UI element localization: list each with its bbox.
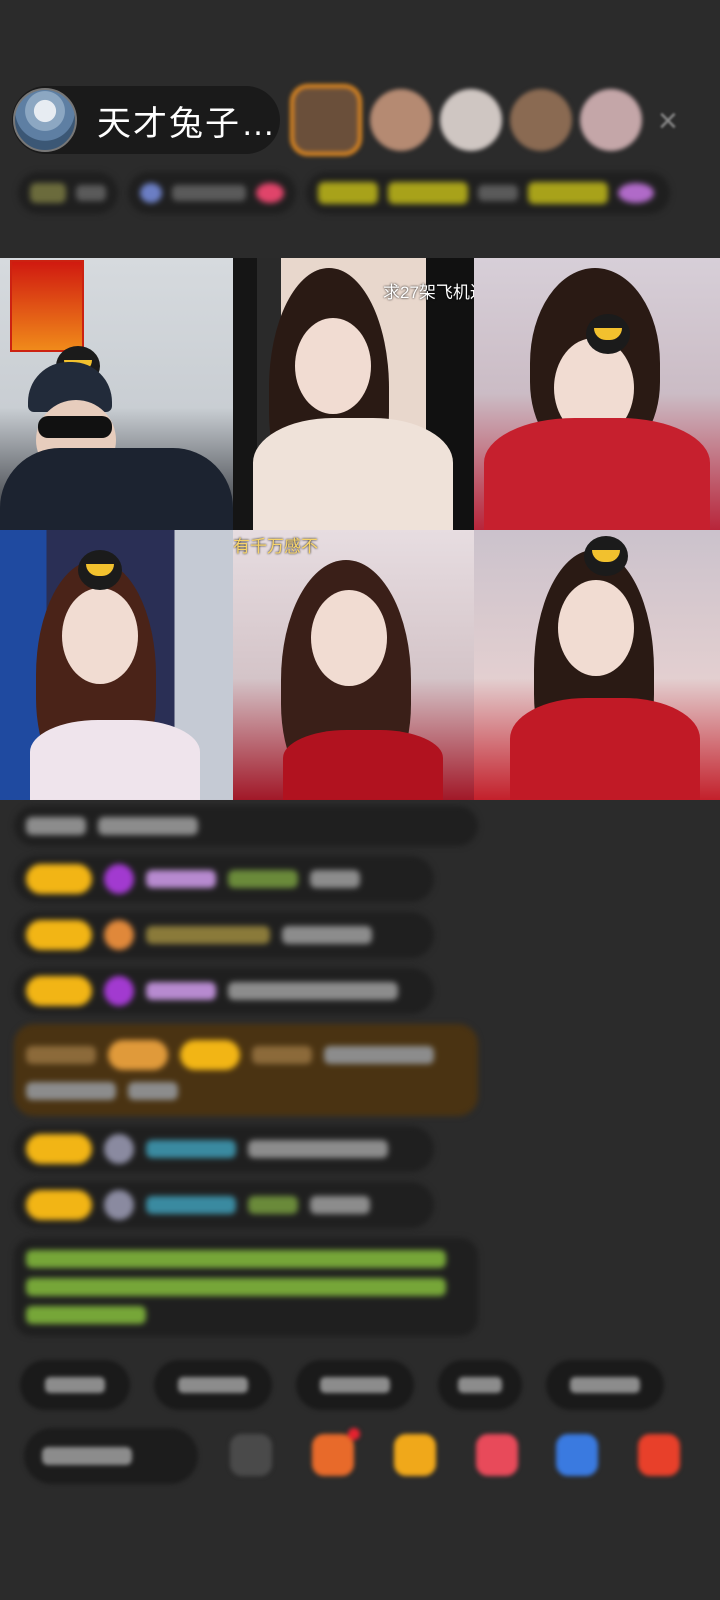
pumpkin-sticker-icon (584, 536, 628, 576)
video-cell[interactable] (474, 258, 720, 530)
host-info-pill[interactable]: 天才兔子… (12, 86, 280, 154)
pumpkin-sticker-icon (586, 314, 630, 354)
chat-message-highlight (14, 1024, 478, 1116)
host-avatar[interactable] (13, 88, 77, 152)
chat-message (14, 1126, 434, 1172)
video-cell[interactable]: 求27架飞机过倒 (233, 258, 474, 530)
video-cell[interactable] (474, 530, 720, 800)
video-grid: 求27架飞机过倒 有千万感不 (0, 258, 720, 800)
quick-reply-chip[interactable] (154, 1360, 272, 1410)
host-name: 天才兔子… (97, 104, 277, 143)
room-rank-badge[interactable] (18, 172, 118, 214)
gift-box-icon[interactable] (312, 1428, 360, 1476)
chat-list[interactable] (14, 806, 484, 1346)
quick-reply-row (20, 1360, 664, 1410)
sunglasses (38, 416, 112, 438)
chat-message (14, 1182, 434, 1228)
room-stats-badge[interactable] (128, 172, 296, 214)
quick-reply-chip[interactable] (438, 1360, 522, 1410)
top-viewers-list (290, 84, 642, 156)
bottom-bar (24, 1428, 720, 1484)
quick-reply-chip[interactable] (20, 1360, 130, 1410)
grid-icon[interactable] (230, 1434, 272, 1476)
close-icon[interactable]: × (658, 102, 678, 141)
chat-message (14, 856, 434, 902)
quick-reply-chip[interactable] (296, 1360, 414, 1410)
video-cell[interactable] (0, 258, 233, 530)
viewer-avatar[interactable] (370, 89, 432, 151)
chest-icon[interactable] (394, 1434, 436, 1476)
system-notice (14, 1238, 478, 1336)
cell-overlay-text: 求27架飞机过倒 (383, 283, 474, 302)
game-icon[interactable] (556, 1434, 598, 1476)
viewer-avatar[interactable] (440, 89, 502, 151)
cell-overlay-text: 有千万感不 (233, 537, 318, 556)
viewer-avatar[interactable] (580, 89, 642, 151)
room-activity-badge[interactable] (306, 172, 670, 214)
chat-message (14, 968, 434, 1014)
viewer-avatar[interactable] (290, 84, 362, 156)
video-cell[interactable]: 有千万感不 (233, 530, 474, 800)
notification-dot (348, 1428, 360, 1440)
heart-gift-icon[interactable] (476, 1434, 518, 1476)
pumpkin-sticker-icon (78, 550, 122, 590)
chat-message (14, 806, 478, 846)
viewer-avatar[interactable] (510, 89, 572, 151)
quick-reply-chip[interactable] (546, 1360, 664, 1410)
chat-message (14, 912, 434, 958)
shop-icon[interactable] (638, 1434, 680, 1476)
chat-input[interactable] (24, 1428, 198, 1484)
video-cell[interactable] (0, 530, 233, 800)
room-info-row (18, 172, 670, 214)
poster-image (10, 260, 84, 352)
